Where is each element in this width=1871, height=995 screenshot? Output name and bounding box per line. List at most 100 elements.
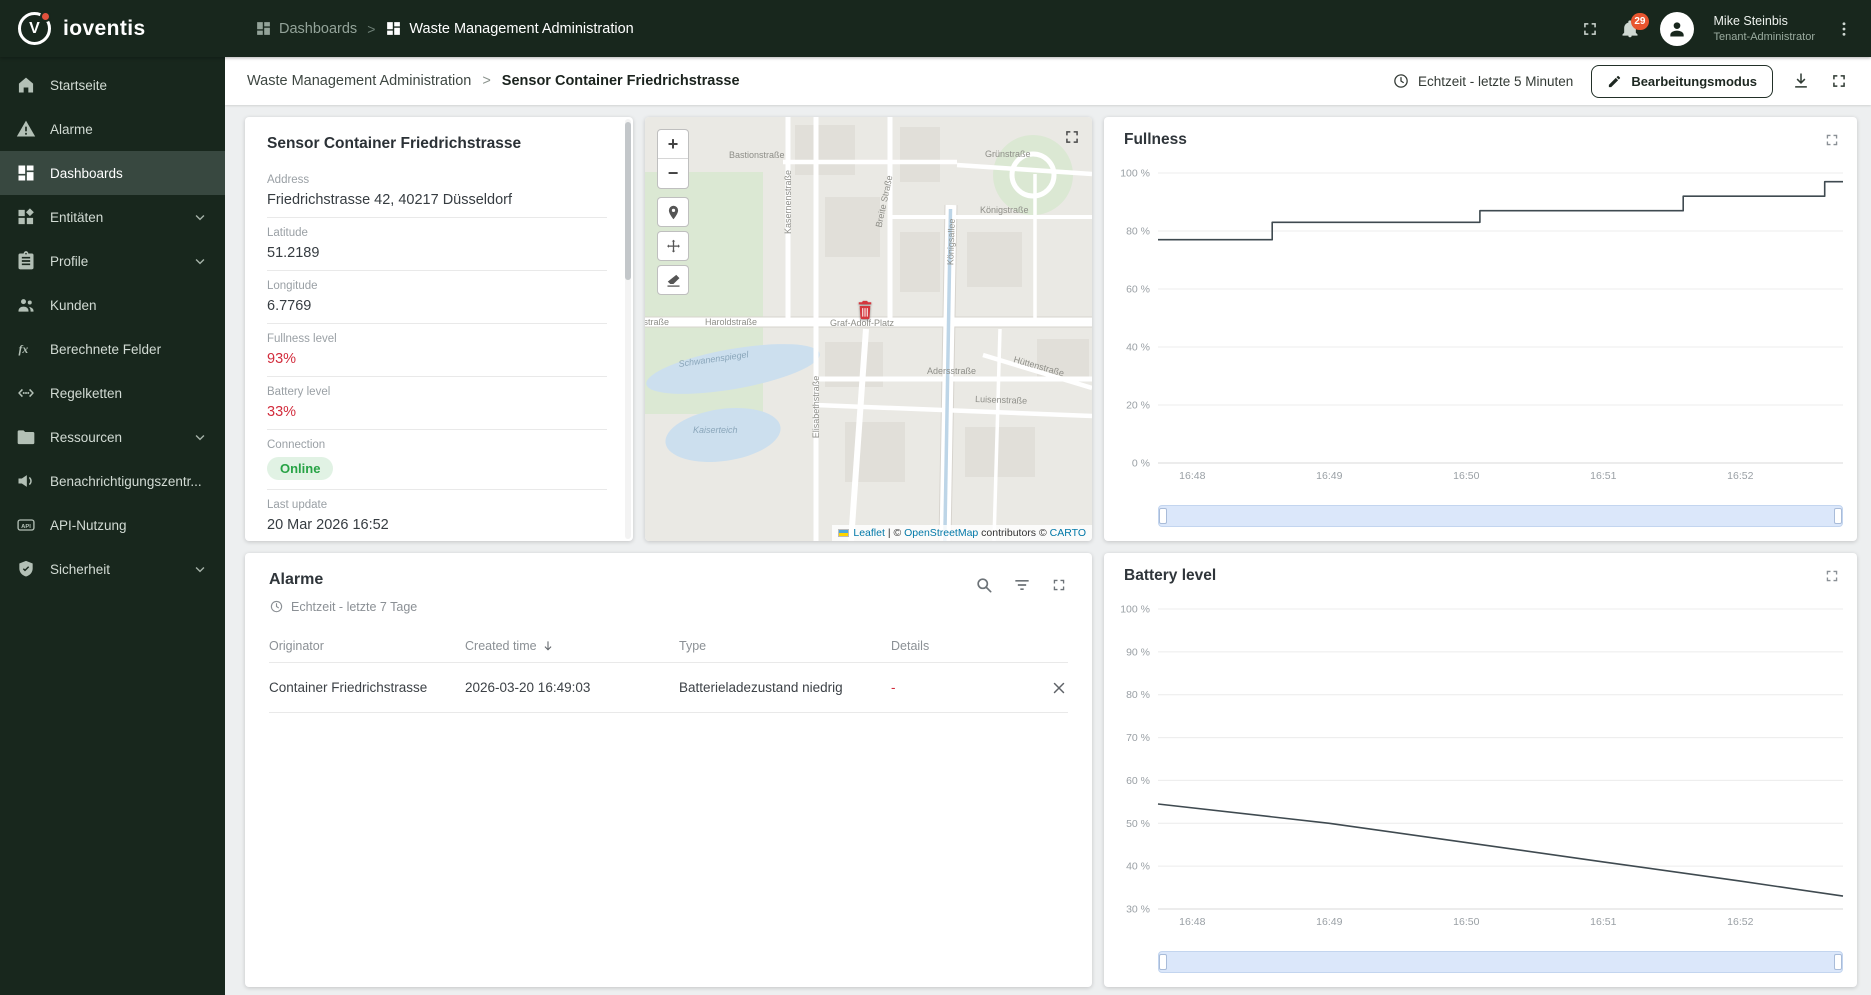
fullness-chart-plot: 0 % 20 % 40 % 60 % 80 % 100 % 16:48 16:49 16:50 1…	[1120, 168, 1843, 482]
sidebar-item-label: Dashboards	[50, 165, 123, 181]
dashboard-canvas: Sensor Container Friedrichstrasse Addres…	[225, 105, 1871, 995]
svg-text:80 %: 80 %	[1126, 226, 1150, 238]
sidebar-item-label: Kunden	[50, 297, 97, 313]
slider-handle-right[interactable]	[1834, 508, 1842, 524]
sidebar-item-startseite[interactable]: Startseite	[0, 63, 225, 107]
sidebar-item-kunden[interactable]: Kunden	[0, 283, 225, 327]
timewindow-button[interactable]: Echtzeit - letzte 5 Minuten	[1392, 72, 1573, 90]
eraser-icon	[666, 274, 680, 287]
brand-name: ioventis	[63, 16, 146, 40]
close-icon	[1053, 682, 1065, 693]
sidebar-item-label: Benachrichtigungszentr...	[50, 473, 202, 489]
alarms-timewindow-button[interactable]: Echtzeit - letzte 7 Tage	[269, 599, 417, 614]
column-details[interactable]: Details	[891, 639, 1032, 653]
sidebar-item-alarme[interactable]: Alarme	[0, 107, 225, 151]
breadcrumb-current[interactable]: Waste Management Administration	[385, 20, 634, 37]
notifications-button[interactable]: 29	[1620, 12, 1649, 39]
breadcrumb-parent[interactable]: Waste Management Administration	[247, 73, 471, 89]
scrollbar-thumb[interactable]	[625, 122, 631, 280]
fullscreen-button[interactable]	[1829, 71, 1849, 91]
kebab-menu-button[interactable]	[1835, 20, 1853, 38]
column-originator[interactable]: Originator	[269, 639, 465, 653]
svg-text:0 %: 0 %	[1132, 458, 1150, 470]
street-label: Adersstraße	[927, 366, 976, 376]
sensor-details-card: Sensor Container Friedrichstrasse Addres…	[245, 117, 633, 541]
field-label: Longitude	[267, 280, 318, 292]
card-fullscreen-button[interactable]	[1050, 576, 1068, 594]
breadcrumb-dashboards[interactable]: Dashboards	[255, 20, 357, 37]
alarm-row[interactable]: Container Friedrichstrasse 2026-03-20 16…	[269, 663, 1068, 713]
slider-handle-left[interactable]	[1159, 508, 1167, 524]
map[interactable]: Bastionstraße Grünstraße Breite Straße K…	[645, 117, 1092, 541]
scrollbar[interactable]	[625, 119, 631, 539]
card-title: Sensor Container Friedrichstrasse	[267, 135, 522, 152]
fullscreen-button[interactable]	[1580, 19, 1600, 39]
field-value: 6.7769	[267, 298, 312, 314]
breadcrumb-separator: >	[482, 73, 491, 89]
time-range-slider[interactable]	[1158, 951, 1843, 973]
download-button[interactable]	[1791, 71, 1811, 91]
sidebar-item-label: Alarme	[50, 121, 93, 137]
svg-text:16:51: 16:51	[1590, 470, 1616, 482]
chevron-down-icon	[195, 566, 205, 573]
chevron-down-icon	[195, 434, 205, 441]
sidebar-item-label: Berechnete Felder	[50, 341, 162, 357]
chevron-down-icon	[195, 258, 205, 265]
clear-alarm-button[interactable]	[1032, 679, 1068, 697]
ukraine-flag-icon	[838, 529, 850, 537]
sidebar-item-api-nutzung[interactable]: API API-Nutzung	[0, 503, 225, 547]
pan-mode-button[interactable]	[657, 231, 689, 261]
svg-text:20 %: 20 %	[1126, 400, 1150, 412]
edit-mode-button[interactable]: Bearbeitungsmodus	[1591, 64, 1773, 98]
card-fullscreen-button[interactable]	[1823, 131, 1841, 149]
alarms-actions	[974, 571, 1068, 595]
status-badge: Online	[267, 457, 334, 480]
svg-text:40 %: 40 %	[1126, 861, 1150, 873]
sidebar-item-label: Entitäten	[50, 209, 104, 225]
svg-text:100 %: 100 %	[1120, 168, 1150, 180]
rule-chains-icon	[18, 388, 34, 398]
slider-handle-left[interactable]	[1159, 954, 1167, 970]
osm-link[interactable]: OpenStreetMap	[904, 527, 978, 539]
sidebar-item-profile[interactable]: Profile	[0, 239, 225, 283]
avatar[interactable]	[1659, 11, 1694, 46]
search-button[interactable]	[974, 575, 994, 595]
zoom-out-button[interactable]: −	[658, 159, 688, 188]
slider-handle-right[interactable]	[1834, 954, 1842, 970]
card-title: Fullness	[1124, 131, 1187, 148]
sidebar-item-dashboards[interactable]: Dashboards	[0, 151, 225, 195]
sidebar-item-regelketten[interactable]: Regelketten	[0, 371, 225, 415]
svg-text:16:49: 16:49	[1316, 916, 1342, 928]
sidebar-item-benachrichtigungszentrum[interactable]: Benachrichtigungszentr...	[0, 459, 225, 503]
filter-button[interactable]	[1012, 575, 1032, 595]
svg-text:30 %: 30 %	[1126, 904, 1150, 916]
column-type[interactable]: Type	[679, 639, 891, 653]
sidebar-item-label: Startseite	[50, 77, 108, 93]
dashboards-icon	[18, 165, 34, 181]
street-label: Haroldstraße	[705, 317, 757, 327]
leaflet-link[interactable]: Leaflet	[853, 527, 885, 539]
carto-link[interactable]: CARTO	[1050, 527, 1086, 539]
field-value: 33%	[267, 404, 297, 420]
street-label: Kasernenstraße	[783, 170, 793, 234]
svg-text:90 %: 90 %	[1126, 646, 1150, 658]
sidebar-item-entitaeten[interactable]: Entitäten	[0, 195, 225, 239]
time-range-slider[interactable]	[1158, 505, 1843, 527]
add-marker-button[interactable]	[657, 197, 689, 227]
card-fullscreen-button[interactable]	[1823, 567, 1841, 585]
svg-text:16:48: 16:48	[1179, 916, 1205, 928]
sidebar-item-sicherheit[interactable]: Sicherheit	[0, 547, 225, 591]
dashboard-breadcrumb: Waste Management Administration > Sensor…	[247, 73, 740, 89]
zoom-in-button[interactable]: +	[658, 130, 688, 159]
home-icon	[18, 77, 34, 93]
sidebar-item-ressourcen[interactable]: Ressourcen	[0, 415, 225, 459]
field-label: Last update	[267, 499, 328, 511]
entities-icon	[18, 208, 34, 225]
map-fullscreen-button[interactable]	[1062, 127, 1082, 147]
container-marker[interactable]	[855, 299, 875, 321]
brand-logo[interactable]: V ioventis	[18, 11, 225, 45]
column-created-time[interactable]: Created time	[465, 639, 679, 653]
sort-desc-icon	[544, 641, 552, 651]
erase-button[interactable]	[657, 265, 689, 295]
sidebar-item-berechnete-felder[interactable]: fx Berechnete Felder	[0, 327, 225, 371]
